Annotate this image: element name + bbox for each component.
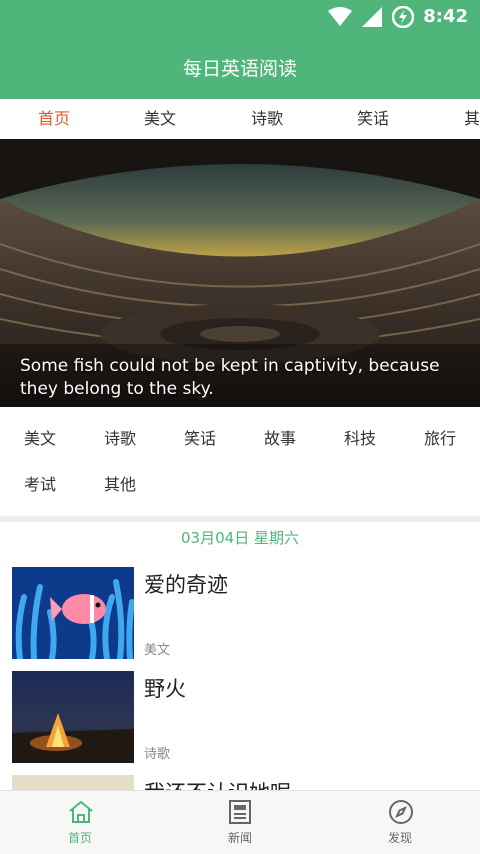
signal-icon: [362, 7, 382, 27]
list-item-title: 爱的奇迹: [144, 573, 228, 597]
nav-news[interactable]: 新闻: [180, 791, 300, 854]
news-icon: [229, 800, 251, 824]
list-item[interactable]: 爱的奇迹 美文: [0, 567, 480, 663]
nav-home[interactable]: 首页: [20, 791, 140, 854]
category-tech[interactable]: 科技: [320, 423, 400, 455]
list-item-category: 诗歌: [144, 747, 171, 762]
battery-charging-icon: [392, 6, 414, 28]
category-exams[interactable]: 考试: [0, 469, 80, 501]
list-item[interactable]: 野火 诗歌: [0, 671, 480, 767]
banner-caption: Some fish could not be kept in captivity…: [20, 356, 440, 399]
list-item-category: 美文: [144, 643, 171, 658]
top-tabs: 首页 美文 诗歌 笑话 其: [0, 99, 480, 139]
tab-poetry[interactable]: 诗歌: [227, 99, 307, 139]
category-meiwen[interactable]: 美文: [0, 423, 80, 455]
tab-jokes[interactable]: 笑话: [333, 99, 413, 139]
status-time: 8:42: [423, 6, 468, 27]
nav-discover-label: 发现: [387, 831, 412, 845]
category-other[interactable]: 其他: [80, 469, 160, 501]
status-icons: [328, 6, 414, 28]
status-bar: 8:42: [0, 0, 480, 34]
category-poetry[interactable]: 诗歌: [80, 423, 160, 455]
app-title: 每日英语阅读: [182, 58, 297, 80]
campfire-photo: [12, 671, 134, 763]
list-item-title: 野火: [144, 677, 186, 701]
category-grid: 美文 诗歌 笑话 故事 科技 旅行 考试 其他: [0, 407, 480, 516]
bottom-nav: 首页 新闻 发现: [0, 790, 480, 854]
tab-meiwen[interactable]: 美文: [120, 99, 200, 139]
compass-icon: [389, 800, 413, 824]
category-jokes[interactable]: 笑话: [160, 423, 240, 455]
nav-home-label: 首页: [67, 831, 92, 845]
section-divider: [0, 516, 480, 522]
category-travel[interactable]: 旅行: [400, 423, 480, 455]
tab-other[interactable]: 其: [432, 99, 480, 139]
list-date: 03月04日 星期六: [181, 529, 299, 547]
nav-news-label: 新闻: [227, 831, 252, 845]
home-icon: [69, 800, 93, 823]
nav-discover[interactable]: 发现: [340, 791, 460, 854]
clownfish-photo: [12, 567, 134, 659]
banner-carousel[interactable]: Some fish could not be kept in captivity…: [0, 139, 480, 407]
app-bar: 8:42 每日英语阅读: [0, 0, 480, 99]
wifi-icon: [328, 7, 352, 26]
category-stories[interactable]: 故事: [240, 423, 320, 455]
tab-home[interactable]: 首页: [14, 99, 94, 139]
